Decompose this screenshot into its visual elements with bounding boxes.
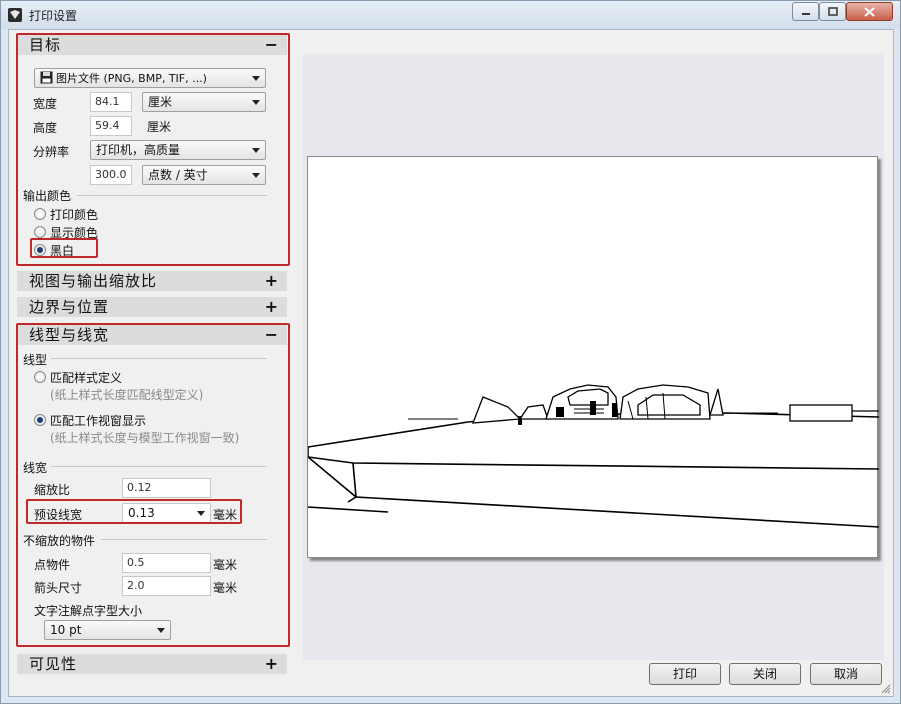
- point-unit: 毫米: [213, 558, 238, 572]
- chevron-down-icon: [252, 148, 260, 153]
- option-note: (纸上样式长度匹配线型定义): [50, 388, 204, 402]
- close-icon: [864, 6, 875, 17]
- arrow-label: 箭头尺寸: [34, 581, 83, 595]
- scale-label: 缩放比: [34, 483, 71, 497]
- radio-match-definition[interactable]: [34, 371, 46, 383]
- section-header-visibility[interactable]: 可见性 +: [17, 654, 287, 674]
- divider: [51, 358, 267, 359]
- highlight-box-black-white: [30, 238, 98, 258]
- settings-panel: 目标 − 图片文件 (PNG, BMP, TIF, ...) 宽度 84.1 厘…: [16, 33, 291, 675]
- point-label: 点物件: [34, 558, 71, 572]
- section-title: 可见性: [29, 655, 78, 673]
- app-icon: [8, 8, 22, 22]
- divider: [51, 466, 267, 467]
- maximize-button[interactable]: [819, 2, 846, 21]
- chevron-down-icon: [157, 628, 165, 633]
- nonscaling-label: 不缩放的物件: [23, 534, 96, 548]
- save-disk-icon: [40, 71, 53, 84]
- chevron-down-icon: [252, 100, 260, 105]
- scale-input[interactable]: 0.12: [122, 478, 211, 498]
- width-label: 宽度: [33, 97, 58, 111]
- section-title: 视图与输出缩放比: [29, 272, 158, 290]
- destination-dropdown[interactable]: 图片文件 (PNG, BMP, TIF, ...): [34, 68, 266, 88]
- section-title: 边界与位置: [29, 298, 110, 316]
- print-button[interactable]: 打印: [649, 663, 721, 685]
- width-input[interactable]: 84.1: [90, 92, 132, 112]
- arrow-input[interactable]: 2.0: [122, 576, 211, 596]
- radio-print-color[interactable]: [34, 208, 46, 220]
- width-unit-value: 厘米: [148, 95, 173, 109]
- resolution-unit-dropdown[interactable]: 点数 / 英寸: [142, 165, 266, 185]
- resize-grip-icon[interactable]: [881, 684, 891, 694]
- option-note: (纸上样式长度与模型工作视窗一致): [50, 431, 240, 445]
- radio-match-viewport[interactable]: [34, 414, 46, 426]
- section-header-view-scale[interactable]: 视图与输出缩放比 +: [17, 271, 287, 291]
- textdot-size-dropdown[interactable]: 10 pt: [44, 620, 171, 640]
- width-unit-dropdown[interactable]: 厘米: [142, 92, 266, 112]
- divider: [77, 195, 267, 196]
- arrow-unit: 毫米: [213, 581, 238, 595]
- radio-label-match-viewport: 匹配工作视窗显示: [50, 414, 147, 428]
- radio-label-match-definition: 匹配样式定义: [50, 371, 123, 385]
- radio-display-color[interactable]: [34, 226, 46, 238]
- resolution-unit-value: 点数 / 英寸: [148, 168, 208, 182]
- destination-value: 图片文件 (PNG, BMP, TIF, ...): [56, 72, 207, 85]
- radio-label-print-color: 打印颜色: [50, 208, 99, 222]
- preview-drawing: [308, 384, 879, 528]
- preview-paper: [307, 156, 879, 558]
- title-bar[interactable]: 打印设置: [1, 1, 900, 29]
- textdot-size-value: 10 pt: [50, 623, 82, 637]
- chevron-down-icon: [252, 173, 260, 178]
- minimize-icon: [801, 12, 810, 15]
- textdot-label: 文字注解点字型大小: [34, 604, 143, 618]
- resolution-mode-dropdown[interactable]: 打印机，高质量: [90, 140, 266, 160]
- expand-toggle[interactable]: +: [265, 654, 279, 674]
- close-window-button[interactable]: [846, 2, 893, 21]
- expand-toggle[interactable]: +: [265, 297, 279, 317]
- resolution-label: 分辨率: [33, 145, 70, 159]
- maximize-icon: [827, 7, 838, 16]
- lineweight-label: 线宽: [23, 461, 48, 475]
- minimize-button[interactable]: [792, 2, 819, 21]
- window-title: 打印设置: [29, 9, 78, 23]
- resolution-mode-value: 打印机，高质量: [96, 143, 181, 157]
- highlight-box-default-weight: [26, 499, 242, 524]
- height-label: 高度: [33, 121, 58, 135]
- print-setup-window: 打印设置 目标 − 图片文件 (PNG, BMP, TIF, ...) 宽度 8…: [0, 0, 901, 704]
- height-unit: 厘米: [147, 120, 172, 134]
- output-color-label: 输出颜色: [23, 189, 72, 203]
- close-button[interactable]: 关闭: [729, 663, 801, 685]
- divider: [101, 539, 267, 540]
- expand-toggle[interactable]: +: [265, 271, 279, 291]
- linetype-label: 线型: [23, 353, 48, 367]
- section-header-margins[interactable]: 边界与位置 +: [17, 297, 287, 317]
- resolution-input[interactable]: 300.0: [90, 165, 132, 185]
- height-input[interactable]: 59.4: [90, 116, 132, 136]
- cancel-button[interactable]: 取消: [810, 663, 882, 685]
- point-input[interactable]: 0.5: [122, 553, 211, 573]
- chevron-down-icon: [252, 76, 260, 81]
